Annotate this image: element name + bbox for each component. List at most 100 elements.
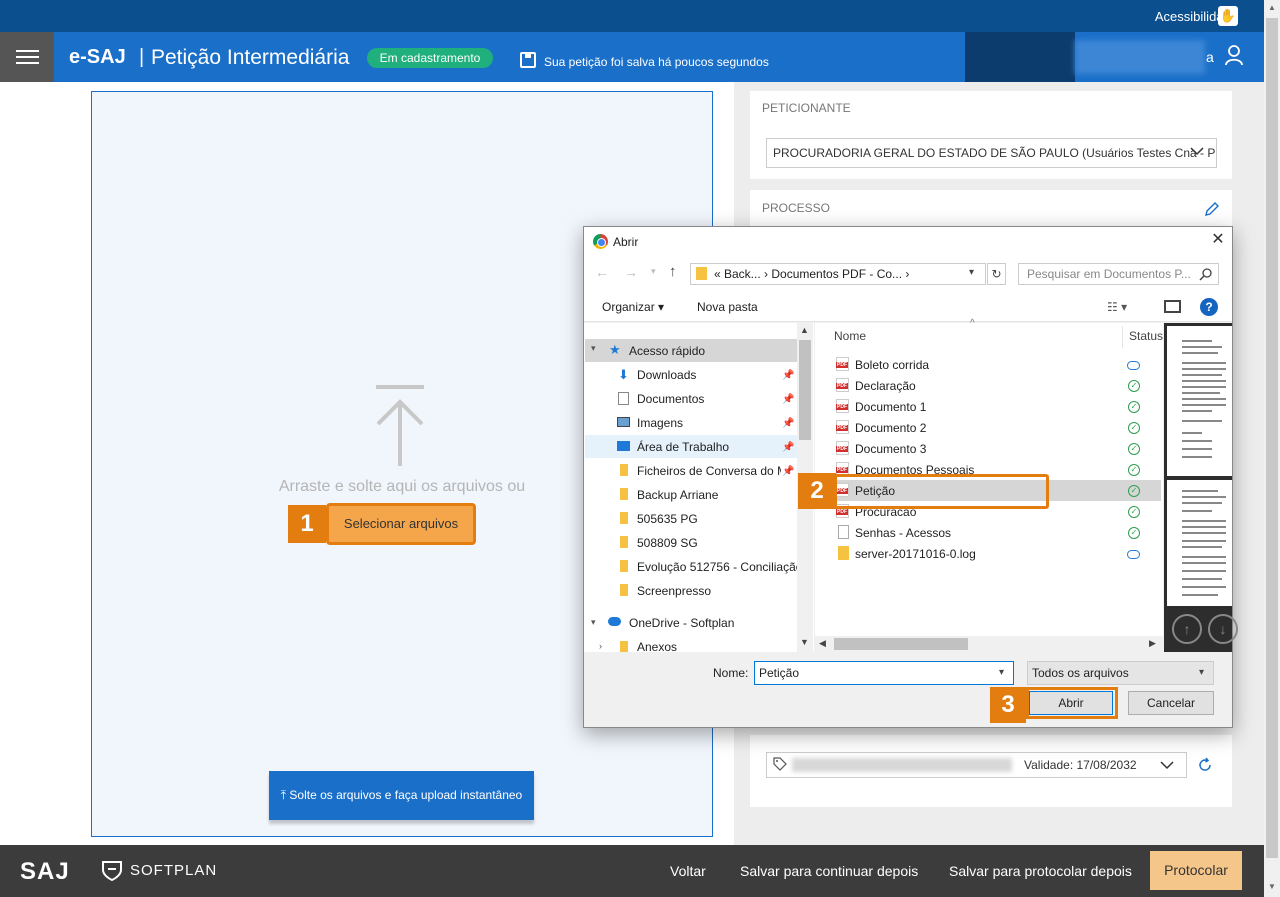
- nav-item-screenpresso[interactable]: Screenpresso: [637, 584, 711, 598]
- nav-item-508809[interactable]: 508809 SG: [637, 536, 698, 550]
- pdf-file-icon: [836, 441, 849, 455]
- dialog-titlebar[interactable]: [584, 227, 1232, 257]
- preview-pane-icon[interactable]: [1164, 300, 1181, 313]
- user-name-redacted: [965, 32, 1075, 82]
- instant-upload-button[interactable]: ⤒ Solte os arquivos e faça upload instan…: [269, 771, 534, 820]
- forward-arrow-icon[interactable]: →: [624, 264, 638, 280]
- top-bar: [0, 0, 1264, 32]
- save-icon: [520, 52, 536, 68]
- view-options-icon[interactable]: ☷ ▾: [1107, 300, 1127, 314]
- preview-line: [1182, 562, 1226, 564]
- file-name[interactable]: Documento 1: [855, 400, 926, 414]
- hamburger-icon: [16, 50, 39, 52]
- file-name-label: Nome:: [713, 666, 749, 680]
- preview-line: [1182, 448, 1212, 450]
- document-icon: [618, 392, 629, 405]
- nav-item-chat-files[interactable]: Ficheiros de Conversa do M: [637, 464, 781, 478]
- folder-icon: [696, 267, 707, 280]
- folder-icon: [620, 560, 628, 572]
- scroll-up-icon[interactable]: ▲: [800, 325, 809, 335]
- folder-icon: [620, 584, 628, 596]
- certificate-validity: Validade: 17/08/2032: [1024, 758, 1137, 772]
- chevron-down-icon[interactable]: ▾: [969, 267, 974, 278]
- arrow-down-icon[interactable]: ↓: [1208, 614, 1238, 644]
- menu-button[interactable]: [0, 32, 54, 82]
- preview-line: [1182, 420, 1222, 422]
- desktop-icon: [617, 441, 630, 451]
- scroll-left-icon[interactable]: ◀: [819, 638, 826, 649]
- nav-item-images[interactable]: Imagens: [637, 416, 683, 430]
- recent-locations-icon[interactable]: ▾: [651, 266, 656, 277]
- nav-item-505635[interactable]: 505635 PG: [637, 512, 698, 526]
- scroll-right-icon[interactable]: ▶: [1149, 638, 1156, 649]
- file-name[interactable]: Senhas - Acessos: [855, 526, 951, 540]
- pdf-file-icon: [836, 399, 849, 413]
- star-icon: ★: [609, 342, 621, 357]
- file-petition-button[interactable]: Protocolar: [1150, 851, 1242, 890]
- search-input[interactable]: Pesquisar em Documentos P...: [1018, 263, 1219, 285]
- horizontal-scrollbar-thumb[interactable]: [834, 638, 968, 650]
- sync-ok-icon: ✓: [1128, 527, 1140, 539]
- new-folder-button[interactable]: Nova pasta: [697, 300, 758, 314]
- back-arrow-icon[interactable]: ←: [595, 264, 609, 280]
- nav-scrollbar-thumb[interactable]: [799, 340, 811, 440]
- cancel-button[interactable]: Cancelar: [1128, 691, 1214, 715]
- preview-line: [1182, 374, 1222, 376]
- chevron-down-icon[interactable]: ▾: [1199, 667, 1204, 678]
- preview-page: [1167, 326, 1232, 476]
- save-continue-button[interactable]: Salvar para continuar depois: [740, 863, 918, 879]
- expand-icon[interactable]: ▾: [591, 617, 596, 628]
- file-name[interactable]: Declaração: [855, 379, 916, 393]
- help-icon[interactable]: ?: [1200, 298, 1218, 316]
- arrow-up-icon[interactable]: ↑: [1172, 614, 1202, 644]
- accessibility-icon[interactable]: ✋: [1218, 6, 1238, 26]
- file-name[interactable]: Boleto corrida: [855, 358, 929, 372]
- saj-logo: SAJ: [20, 858, 70, 885]
- preview-line: [1182, 368, 1226, 370]
- page-scrollbar-thumb[interactable]: [1266, 18, 1278, 858]
- nav-item-backup[interactable]: Backup Arriane: [637, 488, 718, 502]
- preview-line: [1182, 440, 1212, 442]
- peticionante-select[interactable]: PROCURADORIA GERAL DO ESTADO DE SÃO PAUL…: [766, 138, 1217, 168]
- preview-line: [1182, 502, 1222, 504]
- sync-ok-icon: ✓: [1128, 380, 1140, 392]
- nav-item-downloads[interactable]: Downloads: [637, 368, 696, 382]
- organize-menu[interactable]: Organizar ▾: [602, 300, 664, 314]
- nav-item-evolucao[interactable]: Evolução 512756 - Conciliação: [637, 560, 797, 574]
- scroll-down-icon[interactable]: ▼: [800, 637, 809, 647]
- address-path[interactable]: « Back... › Documentos PDF - Co... ›: [714, 267, 909, 281]
- file-name[interactable]: Documento 2: [855, 421, 926, 435]
- nav-item-quick-access[interactable]: Acesso rápido: [629, 344, 705, 358]
- column-header-name[interactable]: Nome: [834, 329, 866, 343]
- refresh-icon[interactable]: [1197, 757, 1213, 773]
- up-arrow-icon[interactable]: ↑: [669, 263, 677, 280]
- column-header-status[interactable]: Status: [1129, 329, 1163, 343]
- edit-icon[interactable]: [1204, 201, 1220, 217]
- pin-icon: 📌: [782, 394, 795, 405]
- save-file-later-button[interactable]: Salvar para protocolar depois: [949, 863, 1132, 879]
- file-name-input[interactable]: Petição: [754, 661, 1014, 685]
- expand-icon[interactable]: ▾: [591, 343, 596, 354]
- sync-ok-icon: ✓: [1128, 506, 1140, 518]
- column-divider[interactable]: [1122, 326, 1123, 348]
- close-icon[interactable]: ✕: [1208, 230, 1228, 250]
- nav-item-onedrive[interactable]: OneDrive - Softplan: [629, 616, 734, 630]
- file-type-select[interactable]: Todos os arquivos: [1027, 661, 1214, 685]
- scroll-up-icon[interactable]: ▲: [1264, 0, 1280, 16]
- peticionante-label: PETICIONANTE: [762, 101, 851, 115]
- scroll-down-icon[interactable]: ▼: [1264, 879, 1280, 895]
- nav-item-desktop[interactable]: Área de Trabalho: [637, 440, 729, 454]
- file-name[interactable]: server-20171016-0.log: [855, 547, 976, 561]
- softplan-logo: SOFTPLAN: [130, 862, 218, 879]
- nav-item-documents[interactable]: Documentos: [637, 392, 704, 406]
- status-badge: Em cadastramento: [367, 48, 493, 68]
- preview-line: [1182, 380, 1226, 382]
- chevron-down-icon[interactable]: ▾: [999, 667, 1004, 678]
- file-name[interactable]: Documento 3: [855, 442, 926, 456]
- collapse-icon[interactable]: ›: [599, 641, 602, 651]
- refresh-icon[interactable]: ↻: [987, 263, 1006, 285]
- user-icon[interactable]: [1224, 44, 1244, 66]
- sync-ok-icon: ✓: [1128, 422, 1140, 434]
- preview-line: [1182, 540, 1226, 542]
- back-button[interactable]: Voltar: [670, 863, 706, 879]
